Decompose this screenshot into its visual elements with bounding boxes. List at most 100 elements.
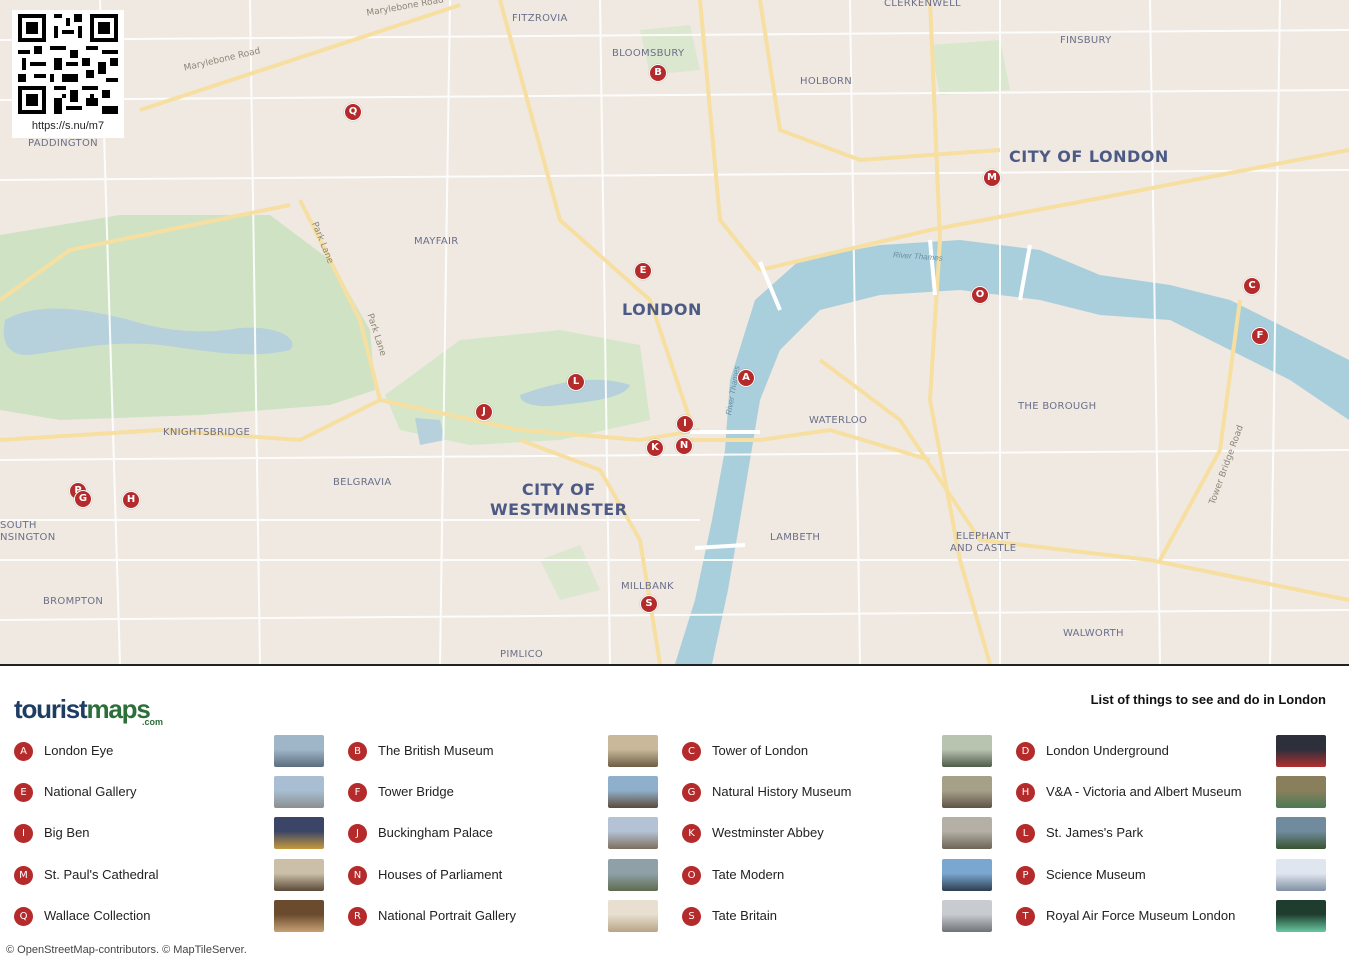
legend-badge: D <box>1016 742 1035 761</box>
area-label-finsbury: FINSBURY <box>1060 35 1112 46</box>
pimlico-green <box>540 545 600 600</box>
legend-badge: E <box>14 783 33 802</box>
legend-thumbnail-image[interactable] <box>942 735 992 767</box>
legend-label[interactable]: Wallace Collection <box>44 908 150 923</box>
legend-thumbnail-image[interactable] <box>942 900 992 932</box>
map-pin-l[interactable]: L <box>567 373 585 391</box>
legend-label[interactable]: Tate Britain <box>712 908 777 923</box>
legend-item-c[interactable]: C Tower of London <box>682 735 997 767</box>
map-pin-f[interactable]: F <box>1251 327 1269 345</box>
legend-thumbnail-image[interactable] <box>608 859 658 891</box>
map-pin-i[interactable]: I <box>676 415 694 433</box>
legend-label[interactable]: Big Ben <box>44 825 90 840</box>
legend-item-b[interactable]: B The British Museum <box>348 735 663 767</box>
legend-item-n[interactable]: N Houses of Parliament <box>348 859 663 891</box>
palace-lake <box>415 418 445 445</box>
legend-thumbnail-image[interactable] <box>1276 817 1326 849</box>
legend-label[interactable]: The British Museum <box>378 743 494 758</box>
map-pin-a[interactable]: A <box>737 369 755 387</box>
legend-item-o[interactable]: O Tate Modern <box>682 859 997 891</box>
legend-badge: J <box>348 824 367 843</box>
legend-thumbnail-image[interactable] <box>942 817 992 849</box>
legend-item-p[interactable]: P Science Museum <box>1016 859 1331 891</box>
legend-label[interactable]: V&A - Victoria and Albert Museum <box>1046 784 1242 799</box>
legend-badge: F <box>348 783 367 802</box>
legend-thumbnail-image[interactable] <box>274 900 324 932</box>
legend-label[interactable]: St. James's Park <box>1046 825 1143 840</box>
map-pin-e[interactable]: E <box>634 262 652 280</box>
legend-thumbnail-image[interactable] <box>1276 859 1326 891</box>
legend-thumbnail-image[interactable] <box>274 735 324 767</box>
legend-label[interactable]: Natural History Museum <box>712 784 851 799</box>
legend-thumbnail-image[interactable] <box>1276 776 1326 808</box>
qr-code-box[interactable]: https://s.nu/m7 <box>12 10 124 138</box>
legend-thumbnail-image[interactable] <box>942 776 992 808</box>
legend-label[interactable]: Science Museum <box>1046 867 1146 882</box>
map-pin-b[interactable]: B <box>649 64 667 82</box>
legend-label[interactable]: National Portrait Gallery <box>378 908 516 923</box>
map-pin-n[interactable]: N <box>675 437 693 455</box>
area-label-millbank: MILLBANK <box>621 581 674 592</box>
map-view[interactable]: https://s.nu/m7 FITZROVIA CLERKENWELL FI… <box>0 0 1349 664</box>
map-pin-m[interactable]: M <box>983 169 1001 187</box>
legend-label[interactable]: Houses of Parliament <box>378 867 502 882</box>
legend-item-f[interactable]: F Tower Bridge <box>348 776 663 808</box>
map-pin-k[interactable]: K <box>646 439 664 457</box>
legend-item-m[interactable]: M St. Paul's Cathedral <box>14 859 329 891</box>
map-pin-s[interactable]: S <box>640 595 658 613</box>
area-label-fitzrovia: FITZROVIA <box>512 13 568 24</box>
qr-url[interactable]: https://s.nu/m7 <box>12 120 124 132</box>
legend-thumbnail-image[interactable] <box>608 776 658 808</box>
legend-thumbnail-image[interactable] <box>608 817 658 849</box>
major-label-city-of-london: CITY OF LONDON <box>1009 147 1169 166</box>
legend-thumbnail-image[interactable] <box>274 817 324 849</box>
legend-label[interactable]: National Gallery <box>44 784 137 799</box>
map-pin-g[interactable]: G <box>74 490 92 508</box>
legend-item-r[interactable]: R National Portrait Gallery <box>348 900 663 932</box>
legend-label[interactable]: Tower of London <box>712 743 808 758</box>
logo-suffix: .com <box>142 717 164 727</box>
map-pin-j[interactable]: J <box>475 403 493 421</box>
legend-item-k[interactable]: K Westminster Abbey <box>682 817 997 849</box>
legend-label[interactable]: St. Paul's Cathedral <box>44 867 159 882</box>
legend-item-j[interactable]: J Buckingham Palace <box>348 817 663 849</box>
legend-thumbnail-image[interactable] <box>1276 900 1326 932</box>
map-pin-q[interactable]: Q <box>344 103 362 121</box>
legend-label[interactable]: Tower Bridge <box>378 784 454 799</box>
legend-label[interactable]: London Eye <box>44 743 113 758</box>
legend-thumbnail-image[interactable] <box>608 735 658 767</box>
area-label-holborn: HOLBORN <box>800 76 853 87</box>
legend-label[interactable]: Buckingham Palace <box>378 825 493 840</box>
legend-thumbnail-image[interactable] <box>1276 735 1326 767</box>
legend-item-h[interactable]: H V&A - Victoria and Albert Museum <box>1016 776 1331 808</box>
legend-item-s[interactable]: S Tate Britain <box>682 900 997 932</box>
legend-label[interactable]: Tate Modern <box>712 867 784 882</box>
legend-item-g[interactable]: G Natural History Museum <box>682 776 997 808</box>
legend-item-d[interactable]: D London Underground <box>1016 735 1331 767</box>
legend-label[interactable]: Westminster Abbey <box>712 825 824 840</box>
legend-thumbnail-image[interactable] <box>608 900 658 932</box>
touristmaps-logo[interactable]: touristmaps .com <box>14 694 163 727</box>
legend-item-a[interactable]: A London Eye <box>14 735 329 767</box>
legend-label[interactable]: Royal Air Force Museum London <box>1046 908 1235 923</box>
legend-item-l[interactable]: L St. James's Park <box>1016 817 1331 849</box>
area-label-bloomsbury: BLOOMSBURY <box>612 48 685 59</box>
legend-item-q[interactable]: Q Wallace Collection <box>14 900 329 932</box>
legend-thumbnail-image[interactable] <box>274 776 324 808</box>
major-label-city-of-westminster: CITY OF WESTMINSTER <box>490 480 628 519</box>
legend-item-e[interactable]: E National Gallery <box>14 776 329 808</box>
area-label-mayfair: MAYFAIR <box>414 236 459 247</box>
legend-thumbnail-image[interactable] <box>942 859 992 891</box>
legend-item-i[interactable]: I Big Ben <box>14 817 329 849</box>
map-pin-o[interactable]: O <box>971 286 989 304</box>
area-label-the-borough: THE BOROUGH <box>1018 401 1097 412</box>
legend-item-t[interactable]: T Royal Air Force Museum London <box>1016 900 1331 932</box>
qr-code-icon <box>18 14 118 114</box>
major-label-london: LONDON <box>622 300 702 319</box>
map-pin-h[interactable]: H <box>122 491 140 509</box>
legend-label[interactable]: London Underground <box>1046 743 1169 758</box>
legend-badge: B <box>348 742 367 761</box>
area-label-clerkenwell: CLERKENWELL <box>884 0 961 9</box>
legend-thumbnail-image[interactable] <box>274 859 324 891</box>
map-pin-c[interactable]: C <box>1243 277 1261 295</box>
